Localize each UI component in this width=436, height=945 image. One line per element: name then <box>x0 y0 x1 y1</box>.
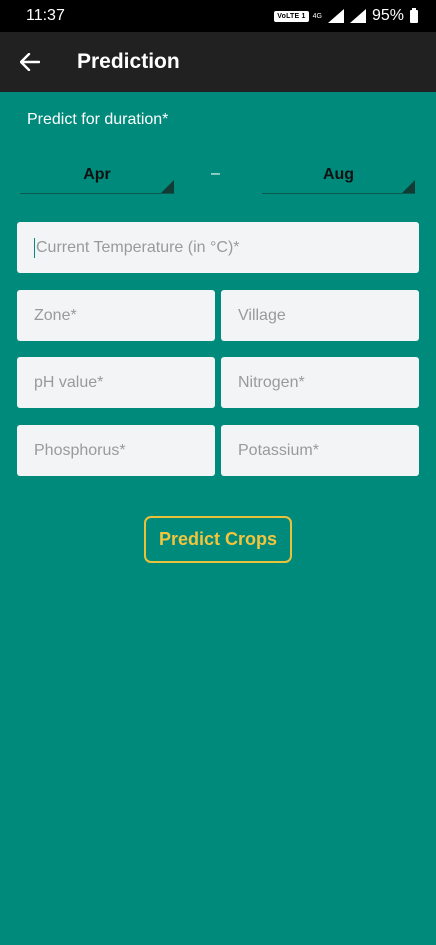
potassium-placeholder: Potassium* <box>238 441 319 459</box>
signal-icon <box>327 9 344 23</box>
phosphorus-input[interactable]: Phosphorus* <box>17 425 215 476</box>
duration-separator: – <box>211 165 220 182</box>
ph-placeholder: pH value* <box>34 373 104 391</box>
phosphorus-placeholder: Phosphorus* <box>34 441 126 459</box>
dropdown-triangle-icon <box>402 180 415 193</box>
page-title: Prediction <box>77 50 180 73</box>
back-button[interactable] <box>0 32 60 92</box>
to-month-dropdown[interactable]: Aug <box>262 154 415 194</box>
duration-label: Predict for duration* <box>27 111 169 128</box>
signal-icon-2 <box>349 9 366 23</box>
arrow-left-icon <box>20 53 40 71</box>
village-placeholder: Village <box>238 306 286 324</box>
status-bar: 11:37 VoLTE 1 4G 95% <box>0 0 436 32</box>
temperature-input[interactable]: Current Temperature (in °C)* <box>17 222 419 273</box>
status-time: 11:37 <box>26 7 65 24</box>
dropdown-triangle-icon <box>161 180 174 193</box>
text-caret <box>34 237 35 258</box>
from-month-dropdown[interactable]: Apr <box>20 154 174 194</box>
nitrogen-placeholder: Nitrogen* <box>238 373 305 391</box>
temperature-placeholder: Current Temperature (in °C)* <box>36 238 240 256</box>
battery-percent: 95% <box>371 7 404 24</box>
ph-input[interactable]: pH value* <box>17 357 215 408</box>
volte-badge: VoLTE 1 <box>274 10 309 22</box>
from-month-value: Apr <box>83 166 111 183</box>
predict-crops-button[interactable]: Predict Crops <box>144 516 292 563</box>
network-badge: 4G <box>312 12 322 20</box>
potassium-input[interactable]: Potassium* <box>221 425 419 476</box>
nitrogen-input[interactable]: Nitrogen* <box>221 357 419 408</box>
battery-icon <box>410 7 418 23</box>
zone-placeholder: Zone* <box>34 306 77 324</box>
status-icons: VoLTE 1 4G 95% <box>274 7 418 25</box>
app-bar: Prediction <box>0 32 436 92</box>
zone-input[interactable]: Zone* <box>17 290 215 341</box>
village-input[interactable]: Village <box>221 290 419 341</box>
to-month-value: Aug <box>322 166 355 183</box>
